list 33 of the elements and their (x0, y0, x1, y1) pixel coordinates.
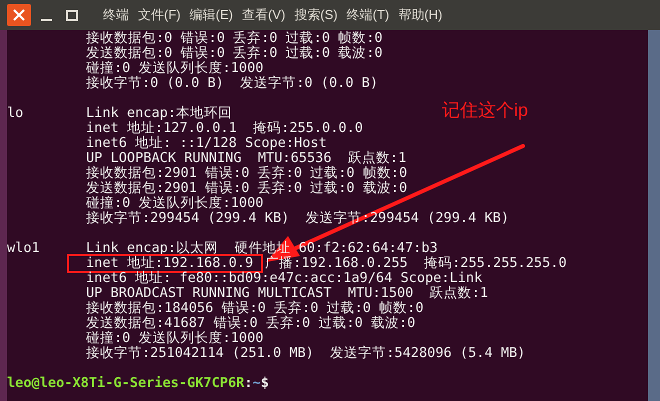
terminal-output-line: 发送数据包:2901 错误:0 丢弃:0 过载:0 载波:0 (86, 180, 408, 196)
terminal-output-line: Link encap:以太网 硬件地址 60:f2:62:64:47:b3 (86, 240, 438, 256)
terminal-output-line: 发送数据包:0 错误:0 丢弃:0 过载:0 载波:0 (86, 45, 383, 61)
terminal-output-line: inet6 地址: ::1/128 Scope:Host (86, 135, 327, 151)
menu-item[interactable]: 文件(F) (138, 5, 181, 25)
terminal-output-line: 接收数据包:184056 错误:0 丢弃:0 过载:0 帧数:0 (86, 300, 424, 316)
menu-item[interactable]: 查看(V) (242, 5, 286, 25)
close-icon (13, 9, 25, 21)
terminal-output-line: UP LOOPBACK RUNNING MTU:65536 跃点数:1 (86, 150, 406, 166)
maximize-icon (66, 10, 78, 20)
terminal-output-line: inet 地址:127.0.0.1 掩码:255.0.0.0 (86, 120, 363, 136)
minimize-icon (40, 19, 52, 21)
terminal-output-line: 接收字节:251042114 (251.0 MB) 发送字节:5428096 (5.4 MB) (86, 345, 526, 361)
menu-item[interactable]: 帮助(H) (398, 5, 442, 25)
annotation-note: 记住这个ip (442, 99, 528, 122)
terminal-output-line: 碰撞:0 发送队列长度:1000 (86, 60, 264, 76)
terminal-output-line: 接收数据包:0 错误:0 丢弃:0 过载:0 帧数:0 (86, 30, 383, 46)
terminal-output-line: inet6 地址: fe80::bd09:e47c:acc:1a9/64 Scope:Link (86, 270, 482, 286)
interface-name: lo (7, 105, 24, 121)
close-button[interactable] (7, 4, 31, 26)
menu-item[interactable]: 终端 (103, 5, 129, 25)
shell-prompt: leo@leo-X8Ti-G-Series-GK7CP6R:~$ (7, 375, 269, 391)
terminal-output-line: Link encap:本地环回 (86, 105, 232, 121)
terminal-output-line: 碰撞:0 发送队列长度:1000 (86, 330, 264, 346)
menu-item[interactable]: 终端(T) (346, 5, 390, 25)
terminal-output-line: 发送数据包:41687 错误:0 丢弃:0 过载:0 载波:0 (86, 315, 416, 331)
terminal-output-line: 接收字节:0 (0.0 B) 发送字节:0 (0.0 B) (86, 75, 378, 91)
interface-name: wlo1 (7, 240, 40, 256)
menu-item[interactable]: 编辑(E) (190, 5, 233, 25)
terminal-output-line: 碰撞:0 发送队列长度:1000 (86, 195, 264, 211)
menu-item[interactable]: 搜索(S) (294, 5, 338, 25)
terminal-output-line: 接收数据包:2901 错误:0 丢弃:0 过载:0 帧数:0 (86, 165, 408, 181)
terminal-output-line: UP BROADCAST RUNNING MULTICAST MTU:1500 跃点数:1 (86, 285, 488, 301)
